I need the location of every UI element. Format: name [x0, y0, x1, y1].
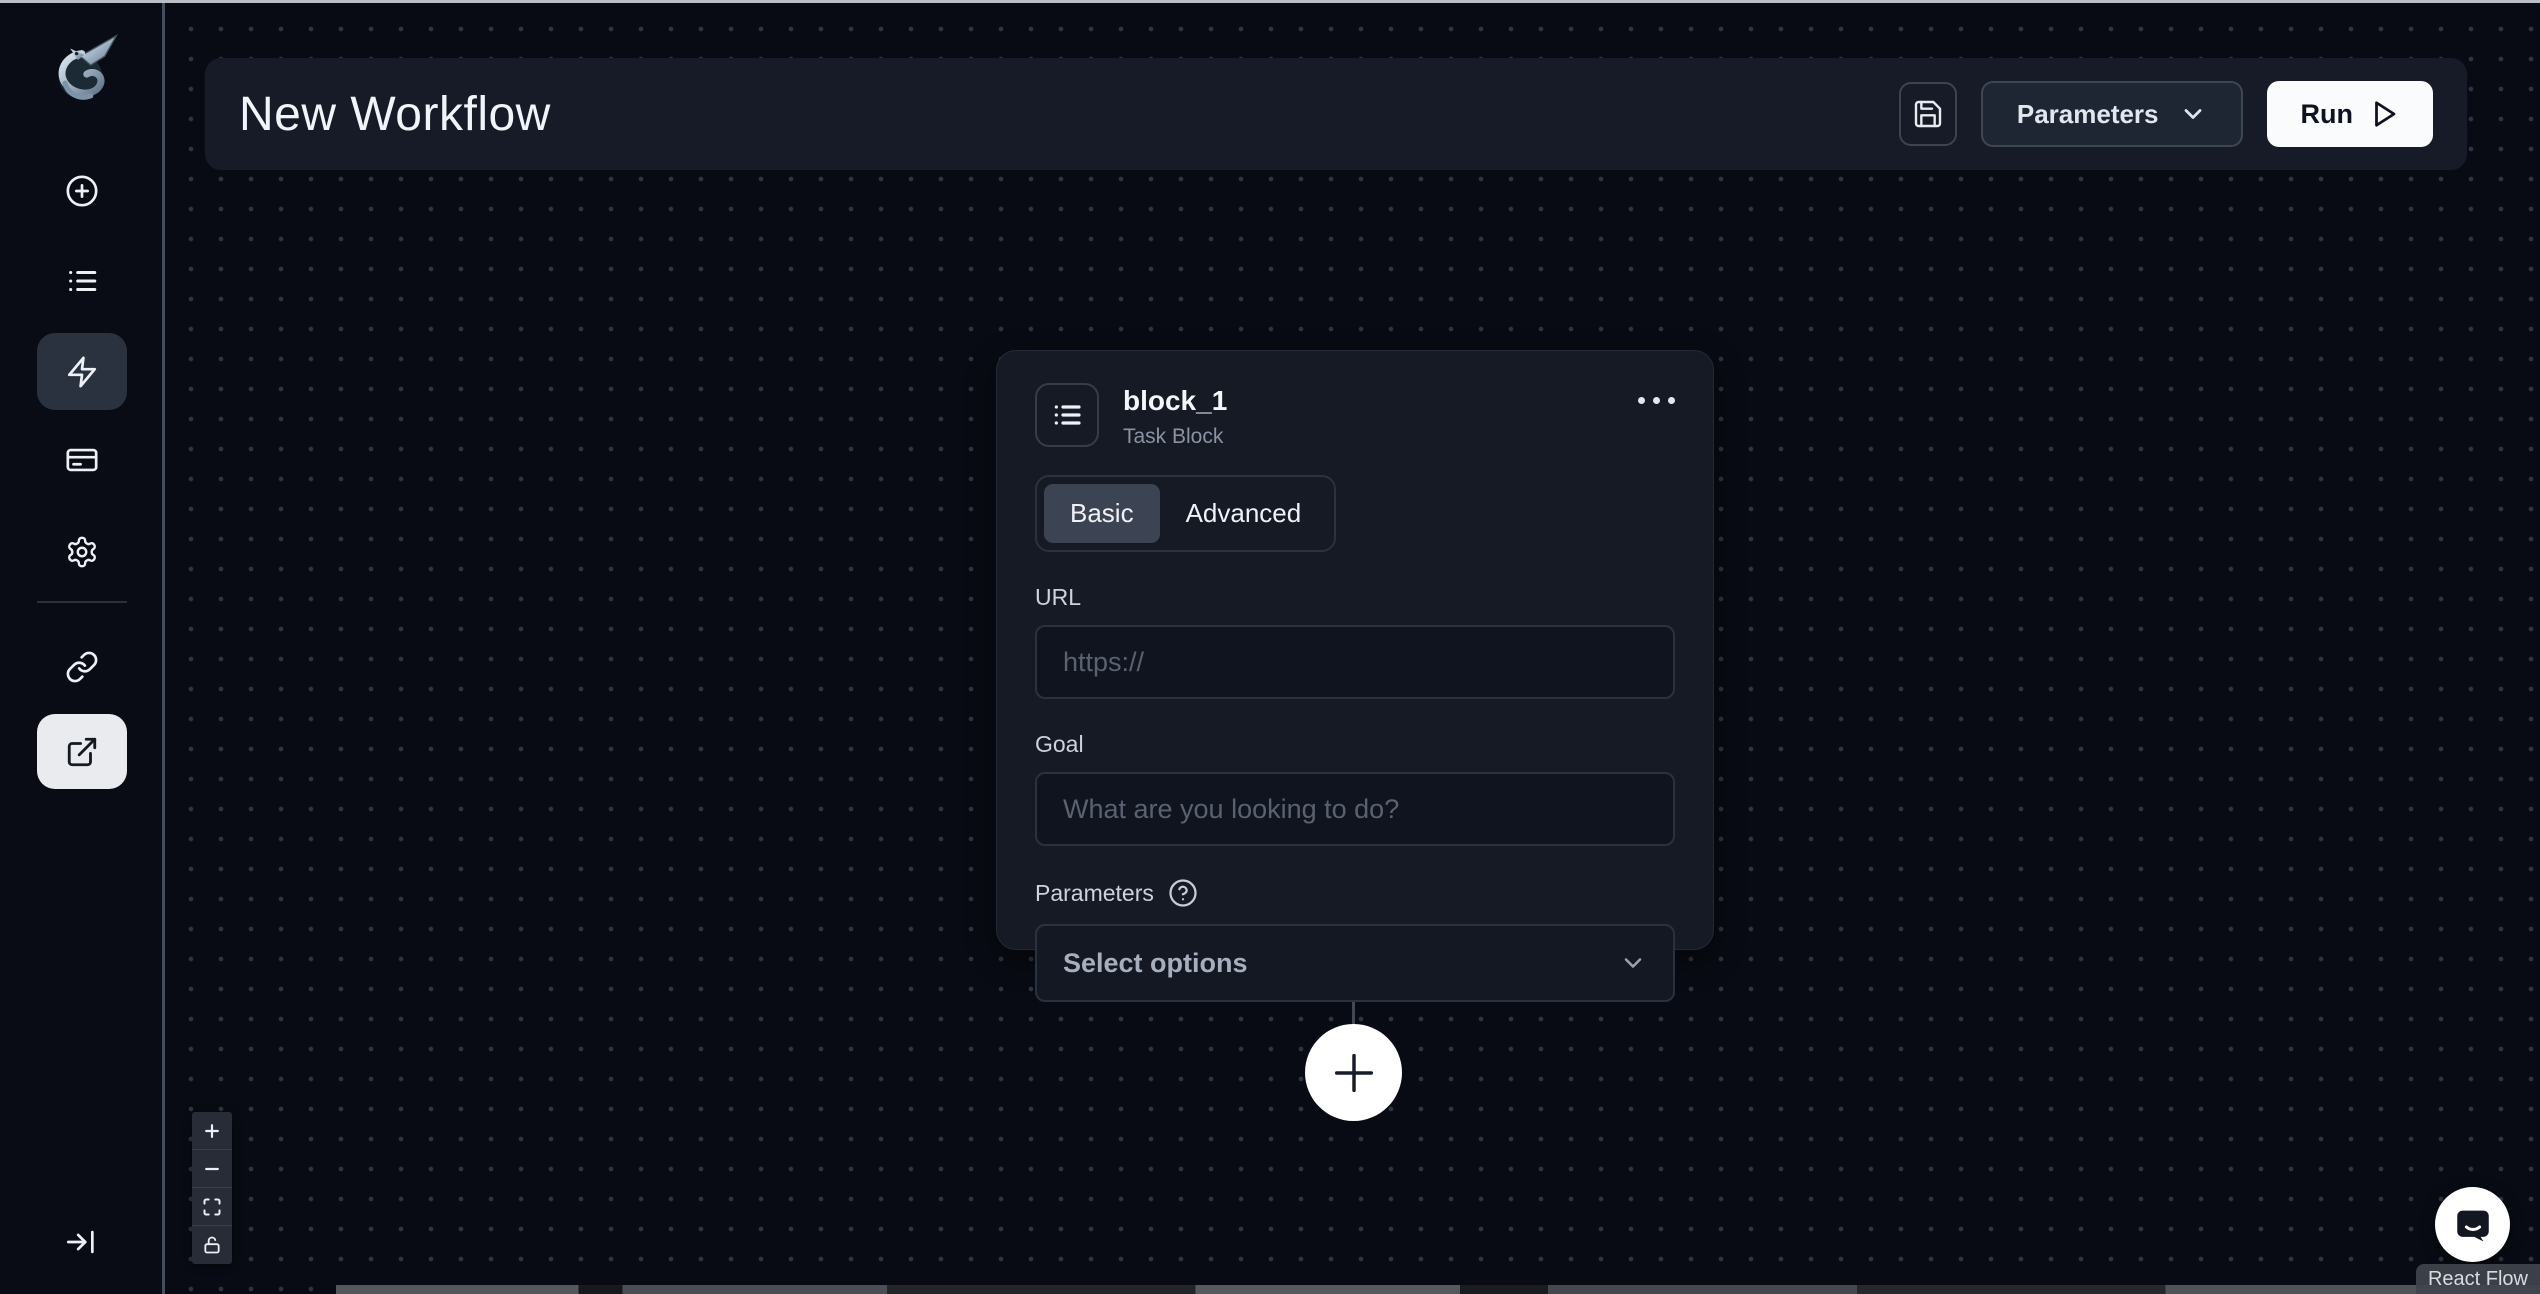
save-icon: [1912, 98, 1944, 130]
tab-advanced[interactable]: Advanced: [1160, 484, 1328, 543]
run-button-label: Run: [2301, 99, 2353, 130]
parameters-button[interactable]: Parameters: [1981, 81, 2243, 147]
add-block-button[interactable]: [1305, 1024, 1402, 1121]
credit-card-icon: [65, 443, 99, 477]
plus-icon: [1328, 1047, 1380, 1099]
gear-icon: [65, 535, 99, 569]
goal-input[interactable]: [1035, 772, 1675, 846]
chevron-down-icon: [2179, 100, 2207, 128]
task-block-node[interactable]: block_1 Task Block Basic Advanced URL Go…: [996, 350, 1714, 950]
arrow-right-to-line-icon: [64, 1225, 98, 1259]
window-bottom-edge: [336, 1285, 2540, 1294]
sidebar-item-list[interactable]: [65, 264, 99, 298]
sidebar-item-integrations[interactable]: [65, 650, 99, 684]
fit-view-icon: [202, 1197, 222, 1217]
parameters-field-label: Parameters: [1035, 878, 1675, 908]
app-window: New Workflow Parameters: [0, 0, 2540, 1294]
parameters-select[interactable]: Select options: [1035, 924, 1675, 1002]
sidebar: [0, 0, 165, 1294]
dragon-logo[interactable]: [42, 28, 124, 114]
help-icon[interactable]: [1168, 878, 1198, 908]
minus-icon: [202, 1159, 222, 1179]
list-icon: [1051, 399, 1083, 431]
lock-button[interactable]: [192, 1226, 232, 1264]
header-actions: Parameters Run: [1899, 81, 2433, 147]
sidebar-collapse-button[interactable]: [64, 1225, 98, 1259]
attribution-text: React Flow: [2428, 1268, 2528, 1291]
chat-bubble-icon: [2452, 1204, 2494, 1246]
run-button[interactable]: Run: [2267, 81, 2433, 147]
play-icon: [2369, 99, 2399, 129]
canvas-controls: [192, 1112, 232, 1264]
task-block-header: block_1 Task Block: [1035, 383, 1675, 449]
block-name[interactable]: block_1: [1123, 385, 1227, 417]
list-icon: [65, 264, 99, 298]
save-button[interactable]: [1899, 82, 1957, 146]
block-type-icon-box: [1035, 383, 1099, 447]
block-mode-tabs: Basic Advanced: [1035, 475, 1336, 552]
workflow-title[interactable]: New Workflow: [239, 87, 551, 142]
zoom-in-button[interactable]: [192, 1112, 232, 1150]
sidebar-item-billing[interactable]: [65, 443, 99, 477]
chevron-down-icon: [1619, 949, 1647, 977]
react-flow-attribution[interactable]: React Flow: [2416, 1264, 2540, 1294]
sidebar-item-external[interactable]: [37, 714, 127, 789]
zoom-out-button[interactable]: [192, 1150, 232, 1188]
sidebar-item-workflows[interactable]: [37, 333, 127, 410]
plus-icon: [202, 1121, 222, 1141]
tab-basic[interactable]: Basic: [1044, 484, 1160, 543]
goal-label: Goal: [1035, 731, 1675, 758]
plus-circle-icon: [65, 174, 99, 208]
parameters-select-placeholder: Select options: [1063, 948, 1248, 979]
workflow-canvas[interactable]: New Workflow Parameters: [168, 0, 2540, 1294]
block-options-menu-icon[interactable]: [1638, 383, 1675, 404]
fit-view-button[interactable]: [192, 1188, 232, 1226]
zap-icon: [65, 355, 99, 389]
link-icon: [65, 650, 99, 684]
url-label: URL: [1035, 584, 1675, 611]
sidebar-divider: [37, 601, 127, 603]
window-top-edge: [0, 0, 2540, 3]
chat-launcher-button[interactable]: [2435, 1187, 2510, 1262]
workflow-header-panel: New Workflow Parameters: [205, 58, 2467, 170]
sidebar-item-create[interactable]: [65, 174, 99, 208]
url-input[interactable]: [1035, 625, 1675, 699]
external-link-icon: [65, 735, 99, 769]
parameters-label-text: Parameters: [1035, 880, 1154, 907]
sidebar-item-settings[interactable]: [65, 535, 99, 569]
parameters-button-label: Parameters: [2017, 99, 2159, 130]
lock-icon: [202, 1235, 222, 1255]
block-titles: block_1 Task Block: [1123, 383, 1227, 449]
block-type-label: Task Block: [1123, 425, 1227, 449]
